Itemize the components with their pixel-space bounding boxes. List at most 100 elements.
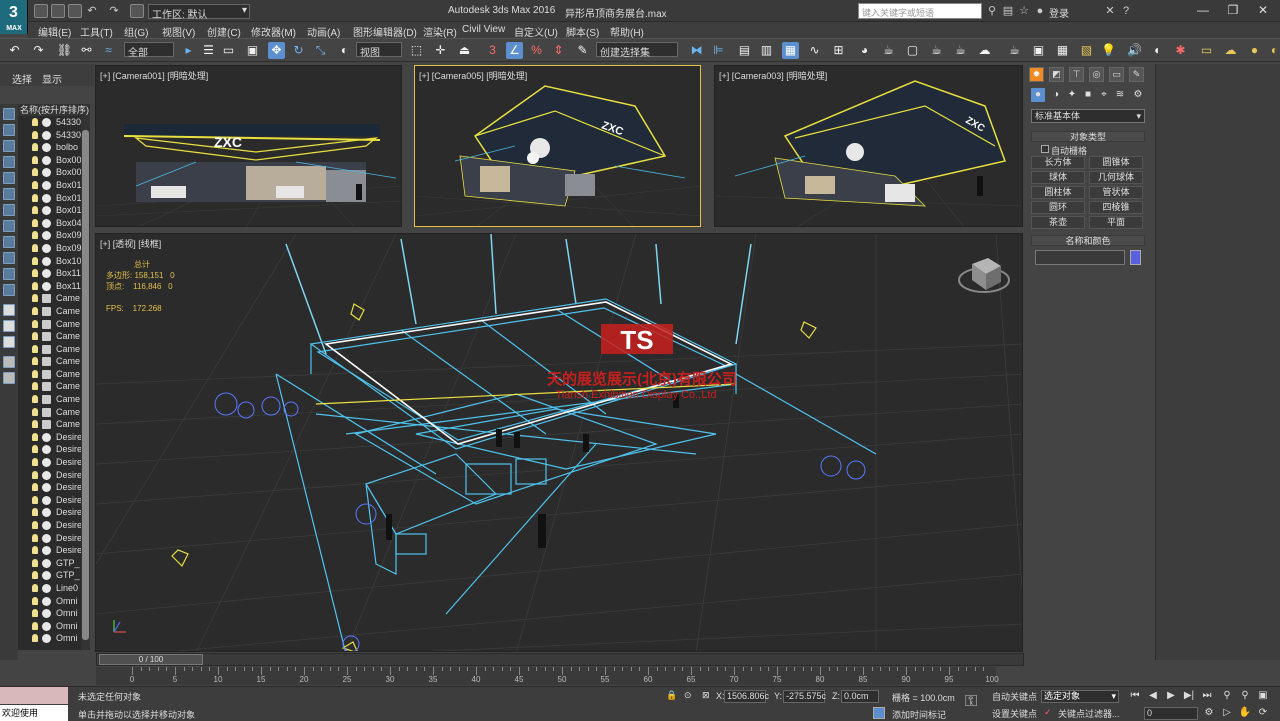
layer-explorer-icon[interactable]: ▥ <box>758 42 775 59</box>
list-item[interactable]: 54330 <box>18 129 90 142</box>
list-item[interactable]: Desire <box>18 481 90 494</box>
key-filters-button[interactable]: 关键点过滤器... <box>1058 707 1120 720</box>
new-file-icon[interactable] <box>34 4 48 18</box>
display-all-icon[interactable] <box>3 304 15 316</box>
lock-selection-icon[interactable]: 🔒 <box>666 690 677 701</box>
angle-snap-icon[interactable]: ∠ <box>506 42 523 59</box>
filter-shapes-icon[interactable] <box>3 124 15 136</box>
scene-explorer-scrollbar[interactable] <box>81 116 90 650</box>
lightbulb-icon[interactable] <box>32 495 38 504</box>
select-object-icon[interactable]: ▸ <box>180 42 197 59</box>
menu-group[interactable]: 组(G) <box>124 24 148 39</box>
lightbulb-icon[interactable] <box>32 344 38 353</box>
tube-button[interactable]: 管状体 <box>1089 186 1143 199</box>
filter-hidden-icon[interactable] <box>3 284 15 296</box>
list-item[interactable]: Omni <box>18 620 90 633</box>
tab-select[interactable]: 选择 <box>12 71 32 86</box>
display-none-icon[interactable] <box>3 320 15 332</box>
speaker-icon[interactable]: ◖ <box>1148 42 1165 59</box>
shapes-icon[interactable]: ◑ <box>1049 88 1063 102</box>
maxscript-mini-listener[interactable]: 欢迎使用 MAXSc <box>0 705 68 721</box>
menu-animation[interactable]: 动画(A) <box>307 24 340 39</box>
lightbulb-icon[interactable] <box>32 458 38 467</box>
lightbulb-icon[interactable] <box>32 281 38 290</box>
menu-customize[interactable]: 自定义(U) <box>514 24 558 39</box>
list-item[interactable]: 54330 <box>18 116 90 129</box>
select-scale-icon[interactable]: ⤡ <box>312 42 329 59</box>
lightbulb-icon[interactable] <box>32 256 38 265</box>
list-item[interactable]: GTP_ <box>18 569 90 582</box>
current-frame-field[interactable]: 0 <box>1144 707 1198 720</box>
user-icon[interactable]: ● <box>1034 5 1046 17</box>
keyboard-shortcut-icon[interactable]: ⏏ <box>456 42 473 59</box>
list-item[interactable]: Desire <box>18 456 90 469</box>
lightbulb-icon[interactable] <box>32 508 38 517</box>
viewport-camera005[interactable]: [+] [Camera005] [明暗处理] ZXC <box>414 65 701 227</box>
list-item[interactable]: Came <box>18 318 90 331</box>
track-bar[interactable]: 0 5 10 15 20 25 30 35 40 45 50 55 60 65 70 75 80 85 90 95 10… <box>96 667 999 685</box>
list-item[interactable]: GTP_ <box>18 557 90 570</box>
lightbulb-icon[interactable] <box>32 243 38 252</box>
key-filter-dropdown[interactable]: 选定对象 ▾ <box>1041 690 1119 703</box>
list-item[interactable]: Omni <box>18 595 90 608</box>
viewport-label[interactable]: [+] [Camera005] [明暗处理] <box>419 69 527 82</box>
object-name-input[interactable] <box>1035 250 1125 265</box>
box-icon[interactable]: ▭ <box>1198 42 1215 59</box>
render-cloud-icon[interactable]: ☁ <box>976 42 993 59</box>
lightbulb-icon[interactable] <box>32 118 38 126</box>
snaps-toggle-icon[interactable]: 3 <box>484 42 501 59</box>
menu-create[interactable]: 创建(C) <box>207 24 241 39</box>
environment-icon[interactable]: ▦ <box>1054 42 1071 59</box>
cylinder-button[interactable]: 圆柱体 <box>1031 186 1085 199</box>
lightbulb-icon[interactable] <box>32 168 38 177</box>
minimize-button[interactable]: — <box>1192 2 1214 19</box>
lightbulb-icon[interactable] <box>32 533 38 542</box>
rollout-object-type[interactable]: 对象类型 <box>1031 131 1145 142</box>
viewport-perspective[interactable]: [+] [透视] [线框] 总计 多边形: 158,151 0 顶点: 116,… <box>95 233 1023 652</box>
find-icon[interactable] <box>3 372 15 384</box>
zoom-icon[interactable]: ⚲ <box>1220 689 1234 703</box>
field-of-view-icon[interactable]: ▷ <box>1220 706 1234 720</box>
lightbulb-icon[interactable] <box>32 407 38 416</box>
list-item[interactable]: Box01 <box>18 192 90 205</box>
cloud-icon[interactable]: ☁ <box>1222 42 1239 59</box>
isolate-icon[interactable]: ⊙ <box>684 690 692 701</box>
render-production-icon[interactable]: ☕ <box>928 42 945 59</box>
lightbulb-icon[interactable] <box>32 470 38 479</box>
undo-icon[interactable]: ↶ <box>6 42 23 59</box>
list-item[interactable]: Desire <box>18 544 90 557</box>
select-place-icon[interactable]: ◐ <box>336 42 353 59</box>
maximize-button[interactable]: ❐ <box>1222 2 1244 19</box>
menu-graph-editors[interactable]: 图形编辑器(D) <box>353 24 417 39</box>
menu-modifiers[interactable]: 修改器(M) <box>251 24 296 39</box>
orbit-icon[interactable]: ⟳ <box>1256 706 1270 720</box>
lightbulb-icon[interactable] <box>32 609 38 618</box>
filter-frozen-icon[interactable] <box>3 268 15 280</box>
motion-tab-icon[interactable]: ◎ <box>1089 67 1104 82</box>
zoom-extents-icon[interactable]: ▣ <box>1256 689 1270 703</box>
search-input[interactable]: 键入关键字或短语 <box>858 3 982 19</box>
list-item[interactable]: Came <box>18 368 90 381</box>
lightbulb-icon[interactable] <box>32 382 38 391</box>
lightbulb-icon[interactable] <box>32 546 38 555</box>
menu-edit[interactable]: 编辑(E) <box>38 24 71 39</box>
modify-tab-icon[interactable]: ◩ <box>1049 67 1064 82</box>
list-item[interactable]: Came <box>18 406 90 419</box>
rect-selection-icon[interactable]: ▭ <box>220 42 237 59</box>
help-icon[interactable]: ? <box>1120 5 1132 17</box>
subscription-icon[interactable]: ▤ <box>1002 5 1014 17</box>
display-invert-icon[interactable] <box>3 336 15 348</box>
ref-coord-dropdown[interactable]: 视图 <box>356 42 402 59</box>
systems-icon[interactable]: ⚙ <box>1131 88 1145 102</box>
rollout-name-color[interactable]: 名称和颜色 <box>1031 235 1145 246</box>
list-item[interactable]: Box11 <box>18 280 90 293</box>
selection-filter-dropdown[interactable]: 全部 <box>124 42 174 59</box>
list-item[interactable]: Came <box>18 305 90 318</box>
star-icon[interactable]: ☆ <box>1018 5 1030 17</box>
pyramid-button[interactable]: 四棱锥 <box>1089 201 1143 214</box>
filter-spacewarps-icon[interactable] <box>3 188 15 200</box>
lightbulb-icon[interactable] <box>32 206 38 215</box>
render-setup-icon[interactable]: ☕ <box>880 42 897 59</box>
filter-helpers-icon[interactable] <box>3 172 15 184</box>
light-lister-icon[interactable]: ▧ <box>1078 42 1095 59</box>
